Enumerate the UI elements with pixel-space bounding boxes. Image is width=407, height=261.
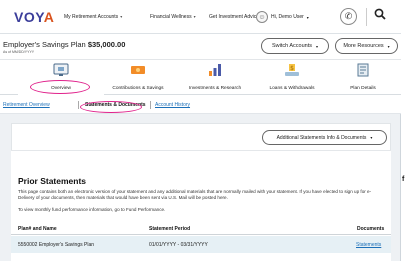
- phone-icon[interactable]: ✆: [340, 8, 357, 25]
- money-icon: [130, 63, 146, 82]
- switch-accounts-button[interactable]: Switch Accounts ▾: [261, 38, 329, 54]
- divider: [366, 8, 367, 26]
- column-header-period: Statement Period: [149, 226, 191, 232]
- nav-my-retirement-accounts[interactable]: My Retirement Accounts ▾: [64, 14, 122, 20]
- tab-investments-research[interactable]: Investments & Research: [173, 60, 257, 96]
- subtab-account-history[interactable]: Account History: [155, 102, 190, 108]
- row-plan: 5550002 Employer's Savings Plan: [18, 242, 95, 248]
- document-icon: [355, 63, 371, 82]
- plan-header: Employer's Savings Plan $35,000.00 As of…: [0, 34, 401, 59]
- tab-contributions-savings[interactable]: Contributions & Savings: [96, 60, 180, 96]
- sub-tabs: Retirement Overview Statements & Documen…: [0, 95, 401, 114]
- voya-logo[interactable]: VOYA: [14, 9, 54, 25]
- app-frame: VOYA My Retirement Accounts ▾ Financial W…: [0, 0, 401, 261]
- divider: [150, 101, 151, 109]
- as-of-date: As of MM/DD/YYYY: [3, 50, 35, 54]
- prior-statements-section: Prior Statements This page contains both…: [11, 150, 391, 261]
- more-resources-button[interactable]: More Resources ▾: [335, 38, 398, 54]
- chevron-down-icon: ▾: [120, 14, 123, 19]
- hand-money-icon: $: [284, 63, 300, 82]
- row-period: 01/01/YYYY - 03/31/YYYY: [149, 242, 208, 248]
- statements-highlight-annotation: [80, 101, 142, 113]
- top-nav: VOYA My Retirement Accounts ▾ Financial W…: [0, 0, 401, 34]
- section-description: This page contains both an electronic ve…: [18, 189, 372, 200]
- additional-statements-button[interactable]: Additional Statements Info & Documents ▾: [262, 130, 387, 145]
- tab-loans-withdrawals[interactable]: $ Loans & Withdrawals: [252, 60, 332, 96]
- fund-performance-text: To view monthly fund performance informa…: [18, 207, 166, 212]
- column-header-plan: Plan# and Name: [18, 226, 57, 232]
- search-icon[interactable]: [374, 8, 386, 23]
- column-header-documents: Documents: [357, 226, 385, 232]
- chevron-down-icon: ▾: [370, 135, 373, 140]
- nav-get-investment-advice[interactable]: Get Investment Advice: [209, 14, 259, 20]
- subtab-retirement-overview[interactable]: Retirement Overview: [3, 102, 50, 108]
- table-row: 5550002 Employer's Savings Plan 01/01/YY…: [11, 236, 391, 253]
- user-avatar-icon: ☺: [256, 11, 268, 23]
- chevron-down-icon: ▾: [306, 14, 309, 20]
- table-header: Plan# and Name Statement Period Document…: [11, 221, 391, 235]
- overview-highlight-annotation: [30, 80, 90, 94]
- svg-text:$: $: [290, 65, 294, 72]
- main-tabs: Overview Contributions & Savings Investm…: [0, 59, 401, 96]
- user-menu[interactable]: ☺ Hi, Demo User ▾: [256, 10, 309, 24]
- plan-title: Employer's Savings Plan $35,000.00: [3, 40, 126, 49]
- chevron-down-icon: ▾: [387, 43, 390, 49]
- tab-plan-details[interactable]: Plan Details: [325, 60, 401, 96]
- chevron-down-icon: ▾: [316, 43, 319, 49]
- divider: [78, 101, 79, 109]
- section-title: Prior Statements: [18, 176, 87, 186]
- chevron-down-icon: ▾: [193, 14, 196, 19]
- user-greeting: Hi, Demo User: [271, 14, 304, 20]
- bar-chart-icon: [207, 63, 223, 82]
- statements-link[interactable]: Statements: [356, 242, 381, 248]
- nav-financial-wellness[interactable]: Financial Wellness ▾: [150, 14, 196, 20]
- edge-text-fragment: f: [402, 176, 405, 183]
